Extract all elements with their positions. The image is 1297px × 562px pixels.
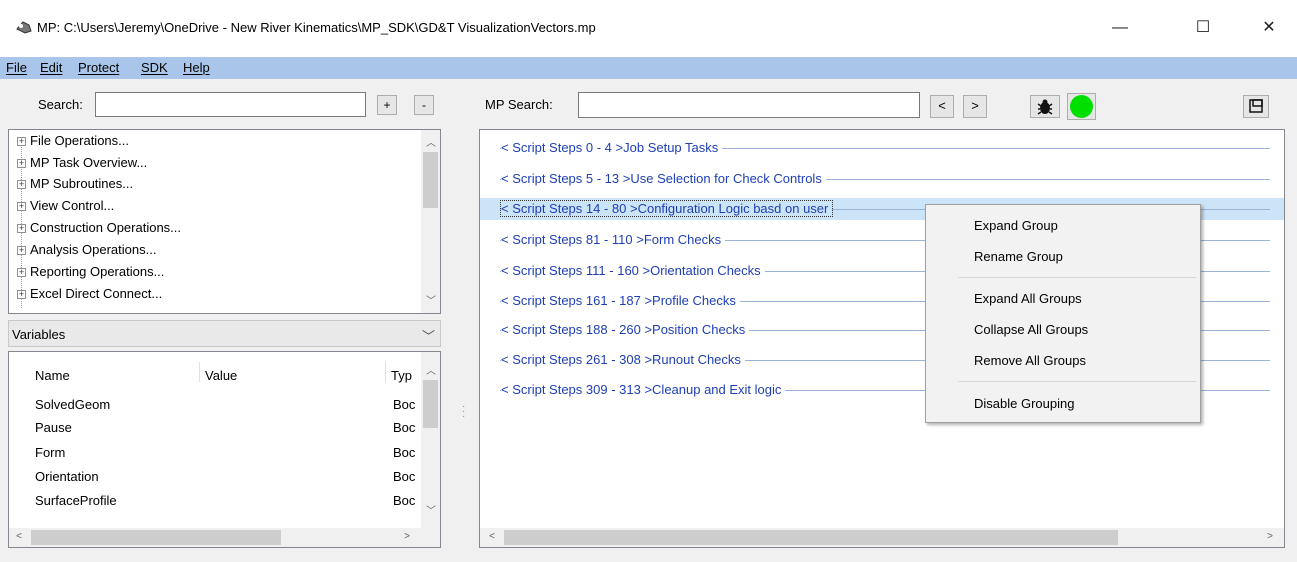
menu-separator — [958, 381, 1196, 382]
scroll-thumb[interactable] — [504, 530, 1118, 545]
scroll-right-icon[interactable]: > — [399, 531, 415, 542]
menu-item-collapse-all-groups[interactable]: Collapse All Groups — [974, 322, 1088, 337]
menu-item-expand-group[interactable]: Expand Group — [974, 218, 1058, 233]
tree-vertical-scrollbar[interactable]: ︿ ﹀ — [421, 130, 440, 313]
variables-grid[interactable]: Name Value Typ SolvedGeom Boc Pause Boc … — [8, 351, 441, 548]
minimize-button[interactable]: — — [1097, 10, 1143, 46]
scroll-right-icon[interactable]: > — [1262, 531, 1278, 542]
menu-item-remove-all-groups[interactable]: Remove All Groups — [974, 353, 1086, 368]
command-tree[interactable]: + File Operations... + MP Task Overview...… — [8, 129, 441, 314]
expand-icon[interactable]: + — [17, 202, 26, 212]
expand-icon[interactable]: + — [17, 180, 26, 190]
table-row-type[interactable]: Boc — [393, 493, 415, 508]
tree-item[interactable]: + Analysis Operations... — [17, 242, 156, 262]
expand-icon[interactable]: + — [17, 246, 26, 256]
search-input[interactable] — [95, 92, 366, 117]
menu-separator — [958, 277, 1196, 278]
scroll-thumb[interactable] — [31, 530, 281, 545]
window-title: MP: C:\Users\Jeremy\OneDrive - New River… — [37, 20, 596, 35]
tree-item[interactable]: + File Operations... — [17, 133, 129, 153]
scroll-thumb[interactable] — [423, 380, 438, 428]
expand-icon[interactable]: + — [17, 268, 26, 278]
maximize-button[interactable]: ☐ — [1180, 10, 1226, 46]
menu-item-disable-grouping[interactable]: Disable Grouping — [974, 396, 1074, 411]
expand-icon[interactable]: + — [17, 290, 26, 300]
tree-item[interactable]: + Excel Direct Connect... — [17, 286, 162, 306]
menu-item-rename-group[interactable]: Rename Group — [974, 249, 1063, 264]
column-divider[interactable] — [385, 362, 386, 382]
table-row-name[interactable]: Pause — [35, 420, 72, 435]
table-row-type[interactable]: Boc — [393, 397, 415, 412]
dropdown-value: Variables — [12, 327, 66, 342]
mp-search-input[interactable] — [578, 92, 920, 118]
close-icon: ✕ — [1262, 19, 1276, 36]
search-next-button[interactable]: > — [963, 95, 987, 118]
table-row-type[interactable]: Boc — [393, 420, 415, 435]
status-indicator-button[interactable] — [1067, 93, 1096, 120]
table-row-name[interactable]: Form — [35, 445, 65, 460]
column-header-name[interactable]: Name — [35, 368, 70, 383]
menu-edit[interactable]: Edit — [40, 60, 62, 75]
column-divider[interactable] — [199, 362, 200, 382]
menu-protect[interactable]: Protect — [78, 60, 119, 75]
scroll-down-icon[interactable]: ﹀ — [423, 292, 439, 307]
mp-search-label: MP Search: — [485, 97, 553, 112]
close-button[interactable]: ✕ — [1246, 10, 1292, 46]
chevron-down-icon: ﹀ — [422, 329, 436, 344]
expand-icon[interactable]: + — [17, 137, 26, 147]
table-row-name[interactable]: Orientation — [35, 469, 99, 484]
column-header-value[interactable]: Value — [205, 368, 237, 383]
minimize-icon: — — [1112, 19, 1128, 36]
menu-bar: File Edit Protect SDK Help — [0, 57, 1297, 79]
panel-splitter[interactable]: · · · — [462, 402, 466, 422]
maximize-icon: ☐ — [1195, 19, 1211, 36]
menu-file[interactable]: File — [6, 60, 27, 75]
menu-sdk[interactable]: SDK — [141, 60, 168, 75]
tree-item[interactable]: + View Control... — [17, 198, 114, 218]
scroll-left-icon[interactable]: < — [484, 531, 500, 542]
grid-horizontal-scrollbar[interactable]: < > — [9, 528, 440, 547]
expand-icon[interactable]: + — [17, 159, 26, 169]
status-light-icon — [1070, 95, 1093, 118]
list-item[interactable]: < Script Steps 5 - 13 >Use Selection for… — [480, 168, 1284, 190]
expand-icon[interactable]: + — [17, 224, 26, 234]
scroll-up-icon[interactable]: ︿ — [423, 362, 439, 377]
search-label: Search: — [38, 97, 83, 112]
grid-vertical-scrollbar[interactable]: ︿ ﹀ — [421, 352, 440, 528]
menu-help[interactable]: Help — [183, 60, 210, 75]
table-row-name[interactable]: SolvedGeom — [35, 397, 110, 412]
table-row-type[interactable]: Boc — [393, 445, 415, 460]
debug-button[interactable] — [1030, 95, 1060, 118]
scroll-up-icon[interactable]: ︿ — [423, 134, 439, 149]
menu-item-expand-all-groups[interactable]: Expand All Groups — [974, 291, 1082, 306]
column-header-type[interactable]: Typ — [391, 368, 412, 383]
app-icon[interactable] — [15, 19, 33, 35]
list-item[interactable]: < Script Steps 0 - 4 >Job Setup Tasks — [480, 137, 1284, 159]
scroll-thumb[interactable] — [423, 152, 438, 208]
variables-dropdown[interactable]: Variables ﹀ — [8, 320, 441, 347]
tree-item[interactable]: + MP Subroutines... — [17, 176, 133, 196]
expand-all-button[interactable]: + — [377, 95, 397, 115]
collapse-all-button[interactable]: - — [414, 95, 434, 115]
scroll-left-icon[interactable]: < — [11, 531, 27, 542]
table-row-type[interactable]: Boc — [393, 469, 415, 484]
tree-item[interactable]: + Construction Operations... — [17, 220, 181, 240]
tree-item[interactable]: + MP Task Overview... — [17, 155, 147, 175]
group-context-menu: Expand Group Rename Group Expand All Gro… — [925, 204, 1201, 423]
tree-item[interactable]: + Reporting Operations... — [17, 264, 164, 284]
search-prev-button[interactable]: < — [930, 95, 954, 118]
table-row-name[interactable]: SurfaceProfile — [35, 493, 117, 508]
list-horizontal-scrollbar[interactable]: < > — [480, 528, 1284, 547]
restore-panel-button[interactable] — [1243, 95, 1269, 118]
title-bar: MP: C:\Users\Jeremy\OneDrive - New River… — [0, 0, 1297, 57]
window-restore-icon — [1249, 99, 1263, 113]
bug-icon — [1037, 99, 1053, 115]
scroll-down-icon[interactable]: ﹀ — [423, 502, 439, 517]
